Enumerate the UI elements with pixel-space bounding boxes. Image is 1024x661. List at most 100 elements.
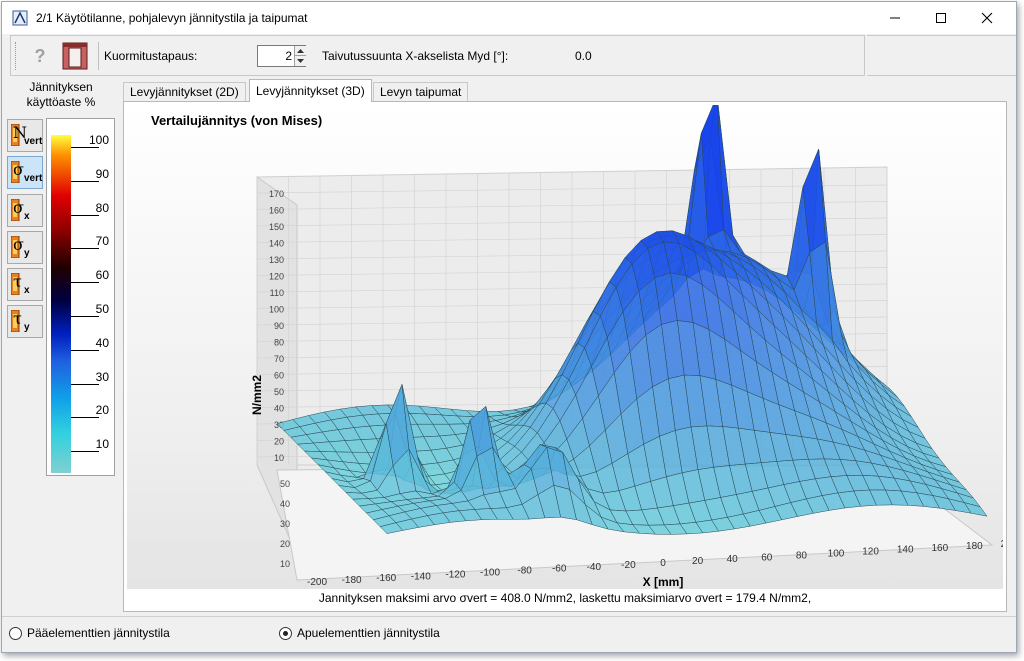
y-tick-label: 50: [280, 479, 290, 489]
colorbar-label: 70: [95, 234, 109, 249]
minimize-icon: [890, 17, 900, 19]
stress-button-4[interactable]: σy: [7, 231, 43, 264]
main-elements-label[interactable]: Pääelementtien jännitystila: [27, 626, 170, 640]
colorbar-tick: [71, 349, 99, 351]
z-tick-label: 110: [270, 288, 284, 298]
z-tick-label: 40: [274, 404, 284, 414]
x-tick-label: 180: [966, 541, 983, 552]
stress-button-5[interactable]: τx: [7, 268, 43, 301]
legend-title-line1: Jännityksen: [29, 80, 93, 94]
z-axis-label: N/mm2: [250, 375, 264, 415]
stress-symbol: τ: [13, 272, 22, 291]
x-tick-label: -80: [517, 566, 532, 577]
x-tick-label: 0: [660, 558, 666, 569]
x-tick-label: 60: [761, 552, 773, 563]
stress-button-1[interactable]: Nvert: [7, 119, 43, 152]
x-tick-label: -200: [307, 577, 327, 588]
y-tick-label: 30: [280, 519, 290, 529]
z-tick-label: 10: [274, 453, 284, 463]
colorbar-tick: [71, 214, 99, 216]
toolbar: ? Kuormitustapaus: 2 Taivutussuunta X-ak…: [10, 35, 865, 76]
z-tick-label: 70: [274, 354, 284, 364]
z-tick-label: 100: [269, 305, 284, 315]
colorbar-label: 10: [95, 437, 109, 452]
chart-panel: Vertailujännitys (von Mises) 10203040506…: [123, 101, 1007, 612]
stress-button-2[interactable]: σ vert: [7, 156, 43, 189]
stress-subscript: y: [24, 322, 30, 333]
window-title: 2/1 Käytötilanne, pohjalevyn jännitystil…: [36, 11, 308, 25]
legend-title: Jännityksen käyttöaste %: [8, 80, 114, 110]
x-tick-label: 120: [862, 547, 879, 558]
z-tick-label: 130: [269, 255, 284, 265]
toolbar-grip[interactable]: [15, 42, 18, 70]
chevron-down-icon: [297, 59, 304, 63]
title-bar: 2/1 Käytötilanne, pohjalevyn jännitystil…: [2, 2, 1016, 34]
auxiliary-elements-radio[interactable]: [279, 627, 292, 640]
bending-direction-value: 0.0: [575, 49, 592, 63]
load-case-spinner[interactable]: 2: [257, 45, 306, 67]
colorbar-tick: [71, 383, 99, 385]
stress-button-6[interactable]: τy: [7, 305, 43, 338]
tab-2d[interactable]: Levyjännitykset (2D): [123, 82, 246, 102]
close-button[interactable]: [964, 2, 1010, 34]
spin-up-button[interactable]: [294, 46, 306, 56]
spin-down-button[interactable]: [294, 56, 306, 66]
x-tick-label: 100: [828, 549, 845, 560]
stress-subscript: y: [24, 248, 30, 259]
minimize-button[interactable]: [872, 2, 918, 34]
z-tick-label: 140: [269, 239, 284, 249]
maximize-icon: [936, 13, 946, 23]
colorbar-label: 30: [95, 369, 109, 384]
colorbar-label: 20: [95, 403, 109, 418]
y-tick-label: 10: [280, 559, 290, 569]
stress-button-3[interactable]: σx: [7, 194, 43, 227]
x-tick-label: -20: [621, 560, 636, 571]
stress-symbol: σ: [13, 198, 24, 217]
colorbar-label: 60: [95, 268, 109, 283]
colorbar-tick: [71, 451, 99, 453]
y-tick-label: 40: [280, 499, 290, 509]
colorbar-legend: 100 90 80 70 60 50 40 30 20 10: [46, 118, 115, 476]
y-tick-label: 20: [280, 539, 290, 549]
colorbar-tick: [71, 282, 99, 284]
app-window: 2/1 Käytötilanne, pohjalevyn jännitystil…: [1, 1, 1017, 653]
x-tick-label: -60: [552, 564, 567, 575]
auxiliary-elements-label[interactable]: Apuelementtien jännitystila: [297, 626, 440, 640]
help-button[interactable]: ?: [29, 45, 51, 67]
tab-3d[interactable]: Levyjännitykset (3D): [249, 79, 372, 102]
stress-symbol: τ: [13, 309, 22, 328]
tab-deflection[interactable]: Levyn taipumat: [373, 82, 469, 102]
maximize-button[interactable]: [918, 2, 964, 34]
colorbar-label: 40: [95, 335, 109, 350]
x-tick-label: 80: [796, 550, 808, 561]
load-case-label: Kuormitustapaus:: [104, 49, 198, 63]
surface-plot[interactable]: 1020304050607080901001101201301401501601…: [127, 105, 1003, 589]
chart-area[interactable]: Vertailujännitys (von Mises) 10203040506…: [127, 105, 1003, 589]
z-tick-label: 150: [269, 222, 284, 232]
colorbar: [51, 135, 71, 473]
x-tick-label: -160: [376, 573, 396, 584]
toolbar-filler: [867, 35, 1016, 76]
z-tick-label: 20: [274, 437, 284, 447]
chevron-up-icon: [297, 48, 304, 53]
z-tick-label: 120: [269, 272, 284, 282]
toolbar-separator: [98, 42, 99, 70]
max-stress-footer: Jannityksen maksimi arvo σvert = 408.0 N…: [318, 591, 812, 605]
z-tick-label: 170: [269, 189, 284, 199]
door-frame-icon: [62, 42, 88, 70]
stress-symbol: σ: [13, 235, 24, 254]
load-case-value[interactable]: 2: [258, 49, 292, 63]
bending-direction-label: Taivutussuunta X-akselista Myd [°]:: [322, 49, 509, 63]
colorbar-tick: [71, 417, 99, 419]
frame-button[interactable]: [61, 41, 89, 71]
x-tick-label: -140: [411, 571, 431, 582]
x-tick-label: 140: [897, 545, 914, 556]
x-tick-label: -40: [587, 562, 602, 573]
x-tick-label: 200: [1001, 539, 1003, 550]
close-icon: [981, 12, 993, 24]
stress-symbol: σ: [13, 160, 24, 179]
question-icon: ?: [34, 46, 46, 66]
colorbar-label: 100: [88, 133, 109, 147]
main-elements-radio[interactable]: [9, 627, 22, 640]
z-tick-label: 50: [274, 387, 284, 397]
